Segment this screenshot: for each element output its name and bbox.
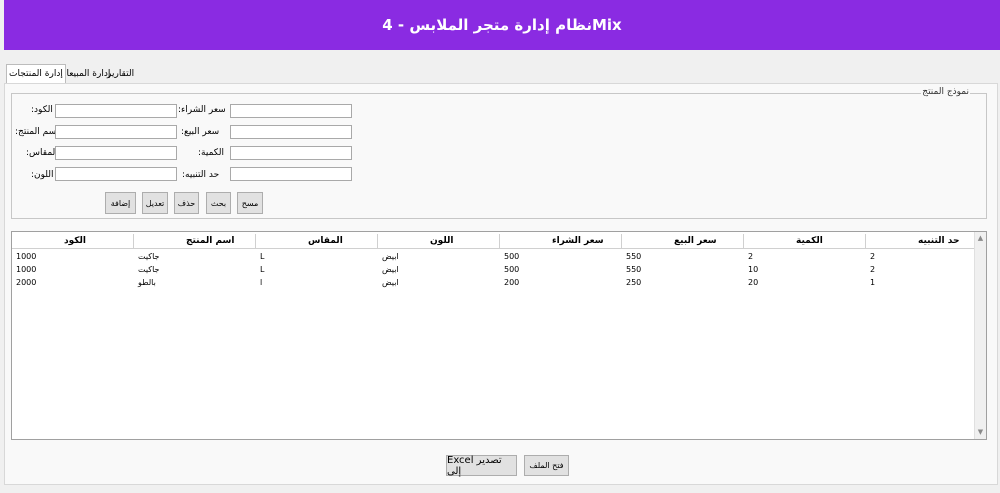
cell-alert-limit: 1 bbox=[870, 278, 876, 287]
table-vertical-scrollbar[interactable]: ▲ ▼ bbox=[974, 232, 986, 439]
col-product-name[interactable]: اسم المنتج bbox=[134, 234, 256, 249]
cell-code: 1000 bbox=[16, 265, 37, 274]
cell-sale-price: 550 bbox=[626, 252, 642, 261]
cell-color: ابيض bbox=[382, 265, 399, 274]
scroll-down-icon[interactable]: ▼ bbox=[977, 429, 984, 436]
col-size[interactable]: المقاس bbox=[256, 234, 378, 249]
code-input[interactable] bbox=[55, 104, 177, 118]
tab-products[interactable]: إدارة المنتجات bbox=[6, 64, 66, 84]
open-file-button[interactable]: فتح الملف bbox=[524, 455, 569, 476]
product-name-label: :اسم المنتج bbox=[15, 127, 59, 137]
size-input[interactable] bbox=[55, 146, 177, 160]
cell-code: 2000 bbox=[16, 278, 37, 287]
table-header: حد التنبيه الكمية سعر البيع سعر الشراء ا… bbox=[12, 234, 976, 249]
purchase-price-label: :سعر الشراء bbox=[178, 105, 226, 115]
col-alert-limit[interactable]: حد التنبيه bbox=[866, 234, 976, 249]
alert-limit-input[interactable] bbox=[230, 167, 352, 181]
cell-sale-price: 250 bbox=[626, 278, 642, 287]
cell-purchase-price: 500 bbox=[504, 252, 520, 261]
table-row[interactable]: 2 2 550 500 ابيض L جاكيت 1000 bbox=[12, 251, 976, 263]
table-row[interactable]: 2 10 550 500 ابيض L جاكيت 1000 bbox=[12, 264, 976, 276]
quantity-input[interactable] bbox=[230, 146, 352, 160]
col-code[interactable]: الكود bbox=[12, 234, 134, 249]
col-quantity[interactable]: الكمية bbox=[744, 234, 866, 249]
cell-quantity: 10 bbox=[748, 265, 759, 274]
table-row[interactable]: 1 20 250 200 ابيض l بالطو 2000 bbox=[12, 277, 976, 289]
purchase-price-input[interactable] bbox=[230, 104, 352, 118]
scroll-up-icon[interactable]: ▲ bbox=[977, 235, 984, 242]
products-table[interactable]: حد التنبيه الكمية سعر البيع سعر الشراء ا… bbox=[11, 231, 987, 440]
cell-product-name: جاكيت bbox=[138, 252, 160, 261]
cell-purchase-price: 500 bbox=[504, 265, 520, 274]
product-name-input[interactable] bbox=[55, 125, 177, 139]
cell-color: ابيض bbox=[382, 252, 399, 261]
col-purchase-price[interactable]: سعر الشراء bbox=[500, 234, 622, 249]
alert-limit-label: :حد التنبيه bbox=[182, 170, 220, 180]
cell-purchase-price: 200 bbox=[504, 278, 520, 287]
size-label: :المقاس bbox=[26, 148, 58, 158]
cell-sale-price: 550 bbox=[626, 265, 642, 274]
form-legend: نموذج المنتج bbox=[921, 87, 970, 97]
cell-alert-limit: 2 bbox=[870, 252, 876, 261]
product-form: نموذج المنتج :الكود :اسم المنتج :المقاس … bbox=[11, 87, 987, 219]
cell-quantity: 20 bbox=[748, 278, 759, 287]
cell-alert-limit: 2 bbox=[870, 265, 876, 274]
cell-product-name: بالطو bbox=[138, 278, 156, 287]
sale-price-input[interactable] bbox=[230, 125, 352, 139]
cell-quantity: 2 bbox=[748, 252, 754, 261]
sale-price-label: :سعر البيع bbox=[181, 127, 220, 137]
app-header: نظام إدارة متجر الملابس - 4Mix bbox=[4, 0, 1000, 50]
cell-color: ابيض bbox=[382, 278, 399, 287]
app-title: نظام إدارة متجر الملابس - 4Mix bbox=[382, 16, 622, 34]
add-button[interactable]: إضافة bbox=[105, 192, 136, 214]
search-button[interactable]: بحث bbox=[206, 192, 231, 214]
cell-product-name: جاكيت bbox=[138, 265, 160, 274]
clear-button[interactable]: مسح bbox=[237, 192, 263, 214]
delete-button[interactable]: حذف bbox=[174, 192, 199, 214]
export-excel-button[interactable]: Excel تصدير إلى bbox=[446, 455, 517, 477]
col-color[interactable]: اللون bbox=[378, 234, 500, 249]
cell-size: l bbox=[260, 278, 263, 287]
quantity-label: :الكمية bbox=[198, 148, 225, 158]
col-sale-price[interactable]: سعر البيع bbox=[622, 234, 744, 249]
edit-button[interactable]: تعديل bbox=[142, 192, 168, 214]
tab-strip: التقارير إدارة المبيعات إدارة المنتجات bbox=[4, 64, 1000, 84]
cell-code: 1000 bbox=[16, 252, 37, 261]
color-label: :اللون bbox=[31, 170, 54, 180]
cell-size: L bbox=[260, 265, 265, 274]
code-label: :الكود bbox=[31, 105, 53, 115]
cell-size: L bbox=[260, 252, 265, 261]
color-input[interactable] bbox=[55, 167, 177, 181]
